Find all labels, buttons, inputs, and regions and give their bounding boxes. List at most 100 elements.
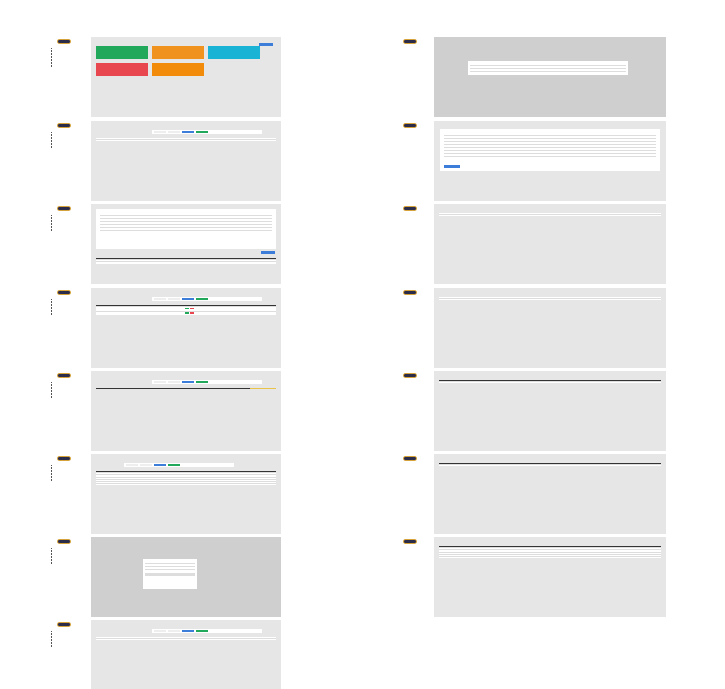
table-row[interactable] [439, 464, 661, 467]
filter-input[interactable] [168, 630, 180, 632]
filter-input[interactable] [154, 298, 166, 300]
modal-dialog [468, 61, 628, 75]
nav-bullet-icon [51, 562, 53, 564]
export-button[interactable] [196, 630, 208, 632]
main-content [91, 454, 281, 534]
sidebar-item[interactable] [51, 562, 89, 564]
form-card [440, 129, 660, 171]
sidebar-item[interactable] [51, 313, 89, 315]
export-button[interactable] [196, 381, 208, 383]
top-action-button[interactable] [259, 43, 273, 46]
approve-button[interactable] [185, 307, 190, 310]
nav-bullet-icon [51, 65, 53, 67]
modal-dialog [143, 559, 197, 589]
search-button[interactable] [182, 630, 194, 632]
form-row[interactable] [444, 154, 656, 157]
sidebar-item[interactable] [397, 229, 432, 231]
table-row[interactable] [439, 381, 661, 384]
approve-button[interactable] [185, 312, 190, 314]
main-content [91, 121, 281, 201]
sidebar [394, 371, 434, 451]
table-row[interactable] [439, 214, 661, 217]
filter-input[interactable] [126, 464, 138, 466]
filter-input[interactable] [140, 464, 152, 466]
search-button[interactable] [182, 381, 194, 383]
filter-input[interactable] [168, 298, 180, 300]
screen-dark-table-2 [394, 454, 666, 534]
nav-bullet-icon [51, 642, 53, 644]
nav-bullet-icon [51, 381, 53, 383]
export-button[interactable] [196, 298, 208, 300]
filter-bar [124, 463, 234, 467]
sidebar-item[interactable] [397, 476, 432, 478]
nav-bullet-icon [51, 473, 53, 475]
form-row[interactable] [100, 228, 272, 231]
modal-submit-button[interactable] [145, 573, 195, 576]
nav-bullet-icon [51, 313, 53, 315]
modal-backdrop[interactable] [434, 37, 666, 117]
nav-bullet-icon [51, 310, 53, 312]
stat-tile[interactable] [96, 63, 148, 76]
stat-tile[interactable] [152, 63, 204, 76]
filter-input[interactable] [154, 630, 166, 632]
filter-input[interactable] [154, 131, 166, 133]
data-table [96, 471, 276, 486]
table-row[interactable] [439, 556, 661, 559]
table-row[interactable] [96, 310, 276, 316]
export-button[interactable] [168, 464, 180, 466]
sidebar-item[interactable] [51, 65, 89, 67]
sidebar [48, 204, 91, 284]
data-table [96, 258, 276, 264]
sidebar-item[interactable] [397, 559, 432, 561]
stat-tile[interactable] [152, 46, 204, 59]
export-button[interactable] [196, 131, 208, 133]
reject-button[interactable] [189, 312, 194, 314]
stat-tile[interactable] [208, 46, 260, 59]
nav-bullet-icon [51, 143, 53, 145]
screen-list-small-2 [394, 288, 666, 368]
logo-icon [403, 123, 417, 128]
sidebar-item[interactable] [51, 146, 89, 148]
filter-input[interactable] [168, 131, 180, 133]
modal-row[interactable] [470, 69, 626, 72]
stat-tile[interactable] [96, 46, 148, 59]
nav-bullet-icon [51, 645, 53, 647]
nav-bullet-icon [51, 464, 53, 466]
table-row[interactable] [96, 638, 276, 641]
sidebar-item[interactable] [51, 229, 89, 231]
nav-bullet-icon [51, 556, 53, 558]
table-row[interactable] [439, 298, 661, 301]
nav-bullet-icon [51, 467, 53, 469]
search-button[interactable] [154, 464, 166, 466]
sidebar-item[interactable] [51, 479, 89, 481]
data-table [439, 297, 661, 301]
search-button[interactable] [182, 131, 194, 133]
filter-input[interactable] [168, 381, 180, 383]
nav-bullet-icon [51, 220, 53, 222]
nav-bullet-icon [51, 217, 53, 219]
table-row[interactable] [96, 139, 276, 142]
screen-list-rows [48, 454, 281, 534]
search-button[interactable] [182, 298, 194, 300]
logo-icon [403, 206, 417, 211]
table-row[interactable] [96, 261, 276, 264]
nav-bullet-icon [51, 47, 53, 49]
sidebar-item[interactable] [397, 62, 432, 64]
sidebar-item[interactable] [397, 313, 432, 315]
add-button[interactable] [261, 251, 275, 254]
sidebar-item[interactable] [51, 645, 89, 647]
sidebar-item[interactable] [51, 396, 89, 398]
reject-button[interactable] [189, 307, 194, 310]
modal-row[interactable] [145, 567, 195, 570]
sidebar-item[interactable] [397, 146, 432, 148]
main-content [434, 288, 666, 368]
nav-bullet-icon [51, 636, 53, 638]
submit-button[interactable] [444, 165, 460, 168]
sidebar-item[interactable] [397, 402, 432, 404]
filter-input[interactable] [154, 381, 166, 383]
table-row[interactable] [96, 483, 276, 486]
main-content [91, 288, 281, 368]
sidebar [48, 537, 91, 617]
sidebar [394, 204, 434, 284]
logo-icon [57, 622, 71, 627]
